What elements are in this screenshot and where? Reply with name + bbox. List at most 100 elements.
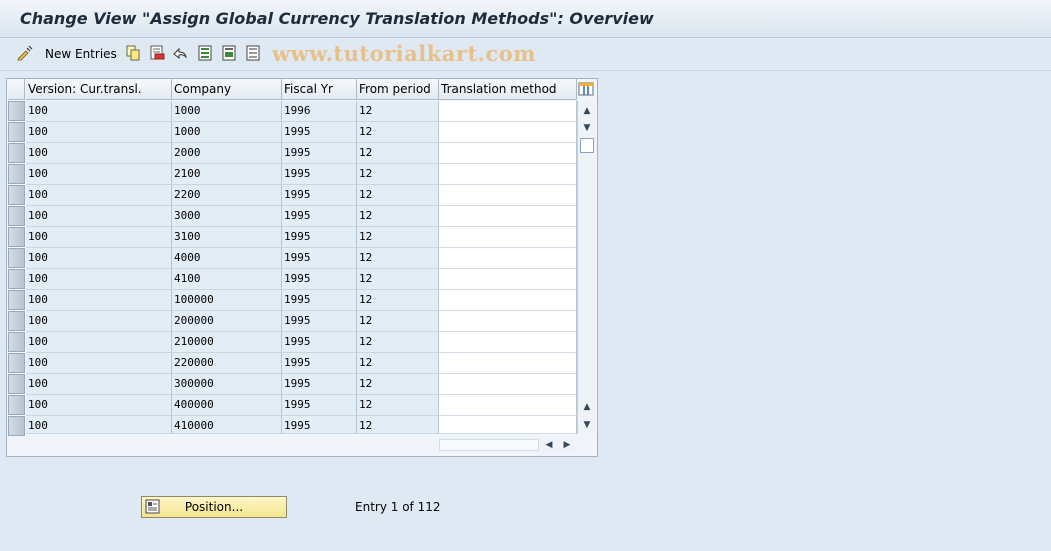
cell-from-period: 12 [357,374,439,395]
select-block-icon[interactable] [221,45,237,61]
cell-from-period: 12 [357,416,439,434]
cell-version: 100 [26,353,172,374]
table-control: Version: Cur.transl. Company Fiscal Yr F… [6,78,598,457]
cell-fiscal-year: 1995 [282,185,357,206]
select-all-rows-corner[interactable] [8,79,25,100]
application-toolbar: New Entries www.tutorialkart.com [0,38,1051,71]
cell-version: 100 [26,101,172,122]
cell-translation-method[interactable] [439,101,577,122]
row-selector[interactable] [8,164,25,184]
cell-fiscal-year: 1995 [282,374,357,395]
position-button-label: Position... [184,500,244,514]
cell-translation-method[interactable] [439,290,577,311]
cell-version: 100 [26,164,172,185]
table-settings-icon[interactable] [577,80,595,98]
row-selector[interactable] [8,290,25,310]
cell-company: 400000 [172,395,282,416]
row-selector[interactable] [8,248,25,268]
row-selector[interactable] [8,395,25,415]
row-selector[interactable] [8,311,25,331]
scroll-left-icon[interactable]: ◀ [543,438,555,452]
column-header-version[interactable]: Version: Cur.transl. [26,79,172,100]
row-selector[interactable] [8,227,25,247]
cell-from-period: 12 [357,311,439,332]
row-selector[interactable] [8,101,25,121]
cell-fiscal-year: 1995 [282,311,357,332]
row-selector[interactable] [8,122,25,142]
horizontal-scrollbar[interactable]: ◀ ▶ [439,437,577,453]
cell-fiscal-year: 1995 [282,143,357,164]
vertical-scrollbar[interactable]: ▲ ▼ ▲ ▼ [577,101,596,434]
cell-company: 1000 [172,122,282,143]
cell-translation-method[interactable] [439,122,577,143]
cell-company: 1000 [172,101,282,122]
cell-translation-method[interactable] [439,311,577,332]
cell-company: 4100 [172,269,282,290]
cell-version: 100 [26,143,172,164]
cell-translation-method[interactable] [439,269,577,290]
cell-version: 100 [26,206,172,227]
cell-translation-method[interactable] [439,416,577,434]
column-header-from-period[interactable]: From period [357,79,439,100]
new-entries-button[interactable]: New Entries [45,47,117,61]
row-selector[interactable] [8,332,25,352]
row-selector[interactable] [8,185,25,205]
entry-count-text: Entry 1 of 112 [355,500,441,514]
row-selector[interactable] [8,416,25,436]
cell-translation-method[interactable] [439,374,577,395]
select-all-icon[interactable] [197,45,213,61]
column-header-fiscal-year[interactable]: Fiscal Yr [282,79,357,100]
row-selector[interactable] [8,374,25,394]
cell-fiscal-year: 1995 [282,290,357,311]
cell-company: 3000 [172,206,282,227]
cell-fiscal-year: 1995 [282,353,357,374]
cell-company: 210000 [172,332,282,353]
cell-fiscal-year: 1995 [282,332,357,353]
copy-icon[interactable] [125,45,141,61]
cell-from-period: 12 [357,185,439,206]
cell-from-period: 12 [357,101,439,122]
undo-icon[interactable] [172,45,188,61]
column-header-translation-method[interactable]: Translation method [439,79,577,100]
cell-version: 100 [26,122,172,143]
cell-translation-method[interactable] [439,164,577,185]
row-selector[interactable] [8,269,25,289]
cell-company: 410000 [172,416,282,434]
cell-version: 100 [26,416,172,434]
row-selector[interactable] [8,353,25,373]
cell-from-period: 12 [357,395,439,416]
cell-translation-method[interactable] [439,185,577,206]
cell-from-period: 12 [357,143,439,164]
cell-translation-method[interactable] [439,332,577,353]
cell-translation-method[interactable] [439,395,577,416]
cell-fiscal-year: 1995 [282,248,357,269]
row-selector[interactable] [8,206,25,226]
position-button[interactable]: Position... [141,496,287,518]
cell-fiscal-year: 1995 [282,269,357,290]
horizontal-scroll-track[interactable] [439,439,539,451]
scroll-up-icon[interactable]: ▲ [581,105,593,117]
cell-version: 100 [26,248,172,269]
scroll-right-icon[interactable]: ▶ [561,438,573,452]
cell-from-period: 12 [357,269,439,290]
cell-translation-method[interactable] [439,227,577,248]
row-selector[interactable] [8,143,25,163]
display-change-icon[interactable] [17,45,33,61]
scroll-up-page-icon[interactable]: ▲ [581,401,593,413]
cell-translation-method[interactable] [439,353,577,374]
cell-company: 220000 [172,353,282,374]
cell-fiscal-year: 1995 [282,164,357,185]
deselect-all-icon[interactable] [245,45,261,61]
cell-fiscal-year: 1995 [282,206,357,227]
cell-version: 100 [26,290,172,311]
delete-icon[interactable] [149,45,165,61]
cell-version: 100 [26,395,172,416]
scroll-down-page-icon[interactable]: ▼ [581,122,593,134]
column-header-company[interactable]: Company [172,79,282,100]
cell-translation-method[interactable] [439,206,577,227]
cell-translation-method[interactable] [439,143,577,164]
cell-company: 4000 [172,248,282,269]
cell-translation-method[interactable] [439,248,577,269]
scroll-down-icon[interactable]: ▼ [581,419,593,431]
scrollbar-thumb[interactable] [580,138,594,153]
